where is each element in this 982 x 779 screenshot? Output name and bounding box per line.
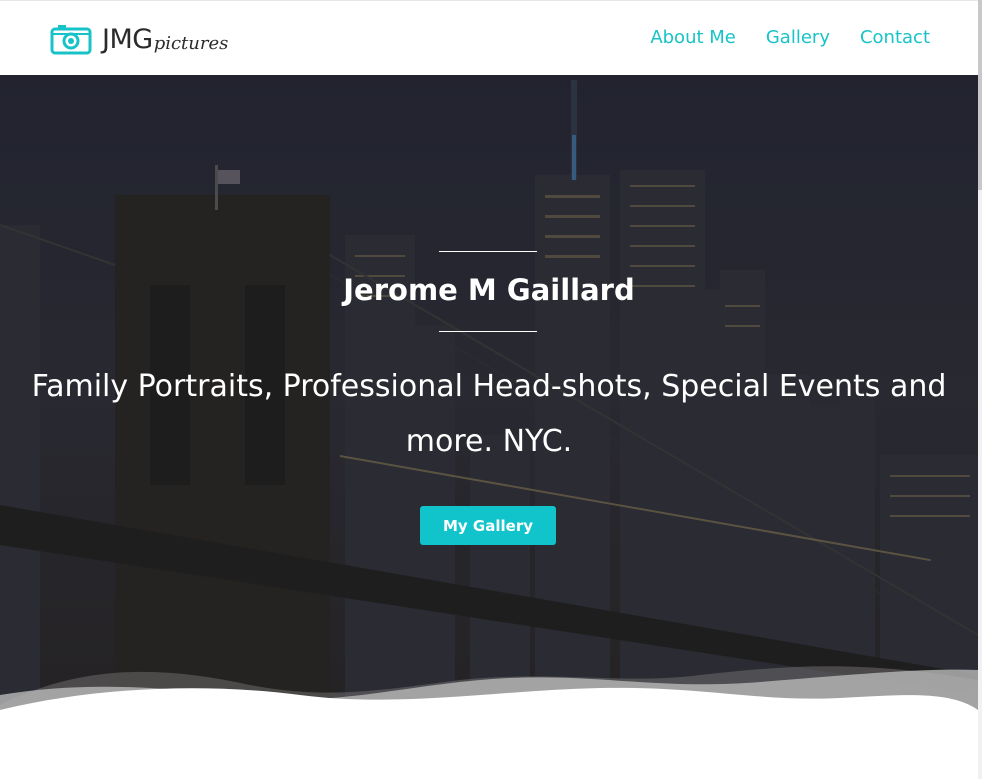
- logo-tagline-text: pictures: [153, 32, 229, 54]
- nav-link-about-me[interactable]: About Me: [650, 27, 736, 48]
- nav-link-contact[interactable]: Contact: [860, 27, 930, 48]
- title-divider-top: [439, 251, 537, 252]
- scrollbar-thumb[interactable]: [978, 0, 982, 190]
- site-header: JMG pictures About Me Gallery Contact: [0, 0, 978, 75]
- nav-link-gallery[interactable]: Gallery: [766, 27, 830, 48]
- logo-brand-text: JMG: [102, 23, 153, 55]
- site-logo[interactable]: JMG pictures: [50, 19, 228, 59]
- camera-icon: [50, 25, 92, 55]
- hero-title: Jerome M Gaillard: [343, 273, 635, 307]
- hero-wave-divider: [0, 666, 978, 779]
- hero-subtitle: Family Portraits, Professional Head-shot…: [31, 369, 947, 459]
- title-divider-bottom: [439, 331, 537, 332]
- main-nav: About Me Gallery Contact: [650, 27, 930, 48]
- my-gallery-button[interactable]: My Gallery: [420, 506, 556, 545]
